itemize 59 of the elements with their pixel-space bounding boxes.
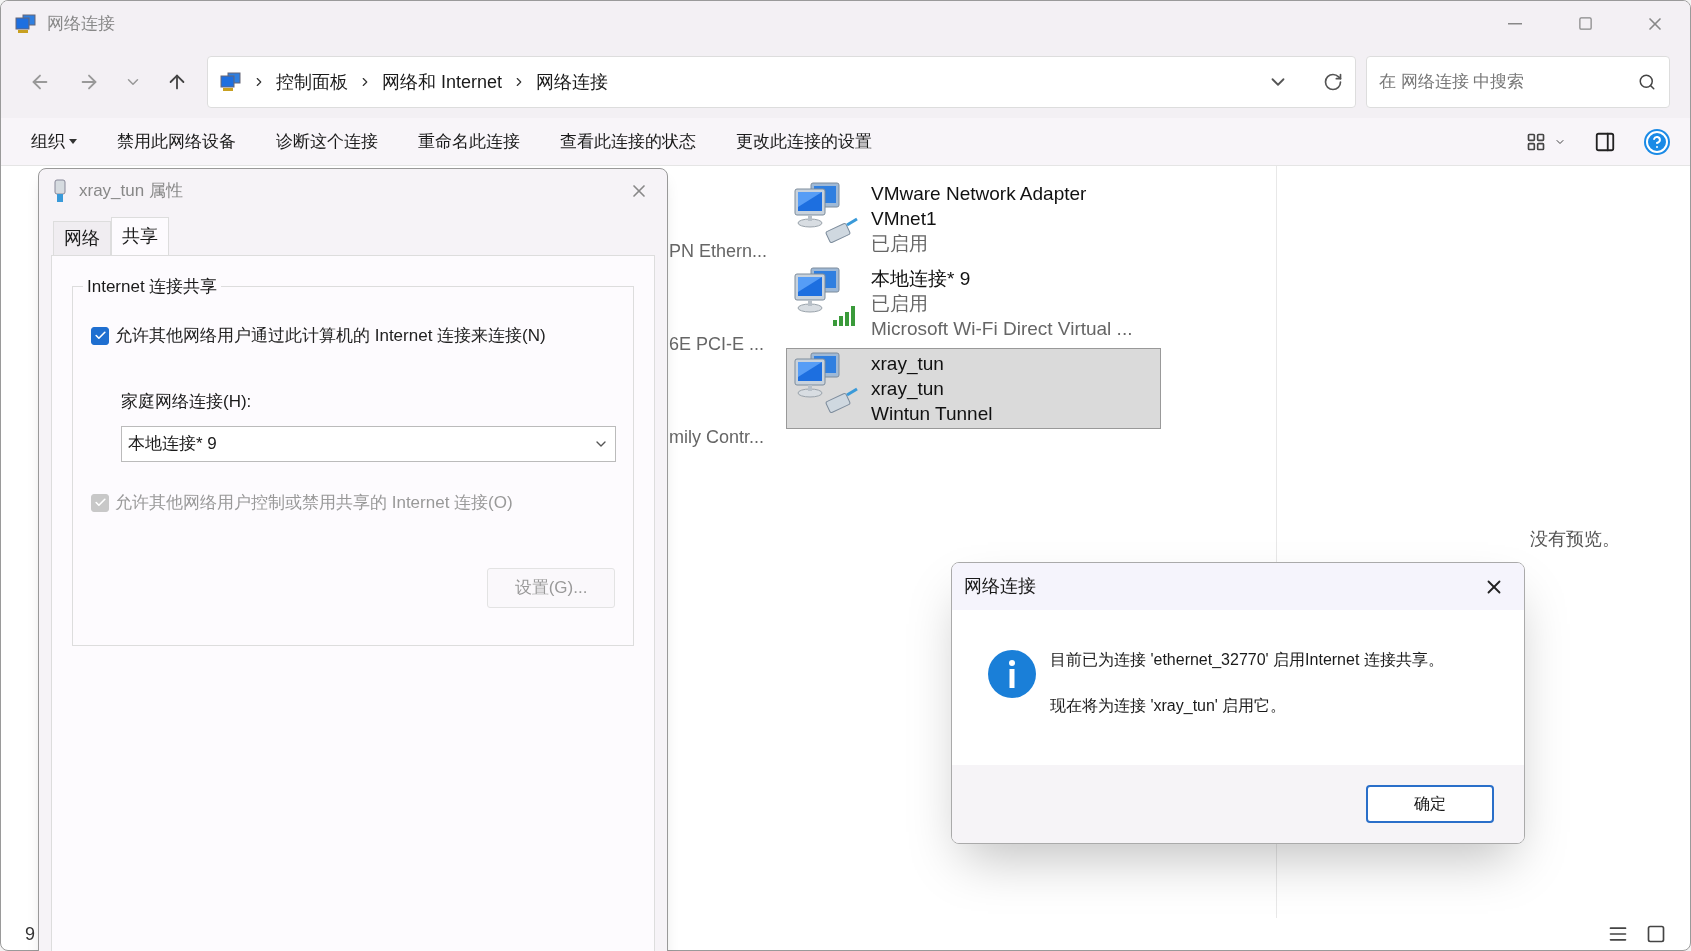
connection-name: 本地连接* 9	[871, 267, 972, 291]
organize-menu-button[interactable]: 组织	[31, 128, 77, 155]
network-computers-cable-icon	[791, 181, 859, 245]
breadcrumb-link[interactable]: 网络连接	[536, 68, 608, 96]
search-field[interactable]: 在 网络连接 中搜索	[1366, 56, 1670, 108]
toolbar-button[interactable]: 禁用此网络设备	[117, 128, 236, 155]
network-computers-icon	[219, 72, 242, 92]
field-label: 家庭网络连接(H):	[121, 390, 253, 413]
tab[interactable]: 共享	[111, 217, 169, 255]
usb-adapter-icon	[53, 179, 67, 203]
details-view-icon[interactable]	[1608, 924, 1628, 944]
item-count: 9	[25, 922, 35, 946]
grid-icon	[1526, 131, 1546, 152]
view-options-button[interactable]	[1526, 131, 1566, 152]
checkbox-label: 允许其他网络用户控制或禁用共享的 Internet 连接(O)	[115, 492, 513, 514]
refresh-icon[interactable]	[1323, 72, 1343, 92]
toolbar-button[interactable]: 诊断这个连接	[276, 128, 378, 155]
connection-item[interactable]: xray_tun xray_tun Wintun Tunnel	[786, 348, 1161, 429]
connection-item[interactable]: VMware Network Adapter VMnet1 已启用	[786, 178, 1161, 259]
help-button[interactable]	[1644, 128, 1670, 155]
message-text: 目前已为连接 'ethernet_32770' 启用Internet 连接共享。	[1050, 650, 1444, 670]
address-bar[interactable]: 控制面板 网络和 Internet 网络连接	[206, 56, 1356, 108]
preview-message: 没有预览。	[1530, 528, 1620, 551]
caret-icon	[69, 139, 77, 144]
checkbox-label: 允许其他网络用户通过此计算机的 Internet 连接来连接(N)	[115, 325, 546, 347]
message-text: 现在将为连接 'xray_tun' 启用它。	[1050, 696, 1288, 716]
connection-detail: xray_tun	[871, 377, 945, 401]
connection-subtitle: mily Contr...	[669, 426, 766, 449]
network-computers-cable-icon	[791, 351, 859, 415]
toolbar-button[interactable]: 更改此连接的设置	[736, 128, 872, 155]
dialog-title: xray_tun 属性	[79, 180, 183, 203]
connection-detail: 已启用	[871, 292, 929, 316]
search-icon	[1638, 73, 1656, 91]
connection-detail: 已启用	[871, 232, 929, 256]
info-icon	[988, 650, 1036, 698]
dialog-title: 网络连接	[964, 575, 1036, 598]
breadcrumb-link[interactable]: 控制面板	[275, 68, 348, 96]
connection-subtitle: PN Ethern...	[669, 240, 768, 263]
tab[interactable]: 网络	[53, 221, 111, 255]
network-computers-icon	[15, 13, 37, 34]
connection-detail: Microsoft Wi-Fi Direct Virtual ...	[871, 317, 1133, 341]
home-network-dropdown[interactable]: 本地连接* 9	[121, 426, 616, 462]
connection-item[interactable]: 本地连接* 9 已启用 Microsoft Wi-Fi Direct Virtual ...	[786, 263, 1161, 344]
help-icon	[1645, 129, 1669, 154]
maximize-icon	[1577, 16, 1593, 31]
window-title: 网络连接	[47, 12, 115, 35]
connection-name: xray_tun	[871, 352, 945, 376]
connection-subtitle: 6E PCI-E ...	[669, 333, 766, 356]
connection-name: VMware Network Adapter VMnet1	[871, 182, 1088, 231]
ok-button[interactable]: 确定	[1366, 785, 1494, 823]
minimize-icon	[1508, 22, 1522, 25]
toolbar-button[interactable]: 重命名此连接	[418, 128, 520, 155]
breadcrumb-link[interactable]: 网络和 Internet	[381, 68, 502, 96]
connection-detail: Wintun Tunnel	[871, 402, 993, 426]
toolbar-button[interactable]: 查看此连接的状态	[560, 128, 696, 155]
tiles-view-icon[interactable]	[1646, 924, 1666, 944]
preview-pane-button[interactable]	[1594, 130, 1616, 153]
pane-icon	[1594, 130, 1616, 153]
checkbox[interactable]	[91, 326, 109, 345]
